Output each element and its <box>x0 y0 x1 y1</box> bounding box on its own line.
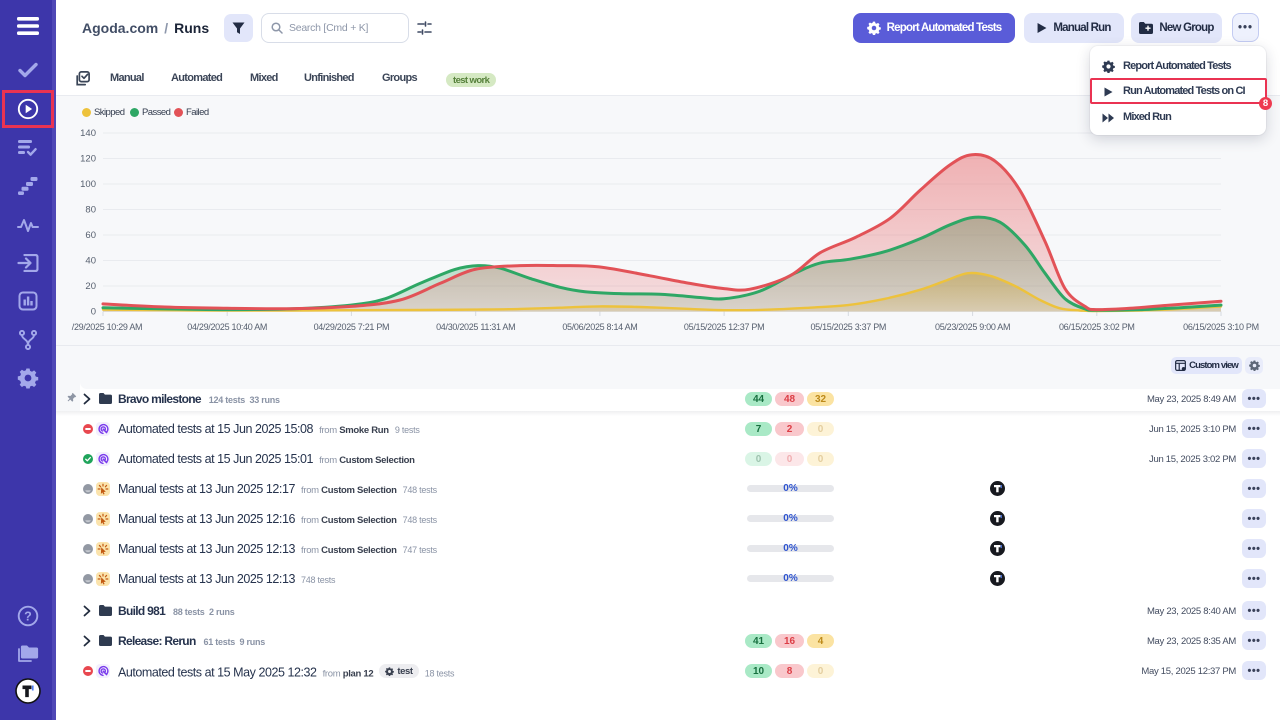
svg-text:120: 120 <box>80 154 96 165</box>
svg-text:05/15/2025 12:37 PM: 05/15/2025 12:37 PM <box>684 322 764 332</box>
svg-text:06/15/2025 3:02 PM: 06/15/2025 3:02 PM <box>1059 322 1135 332</box>
svg-text:?: ? <box>24 610 32 624</box>
svg-text:04/30/2025 11:31 AM: 04/30/2025 11:31 AM <box>436 322 515 332</box>
svg-text:60: 60 <box>85 230 96 241</box>
svg-text:04/29/2025 10:40 AM: 04/29/2025 10:40 AM <box>187 322 267 332</box>
svg-text:04/29/2025 7:21 PM: 04/29/2025 7:21 PM <box>314 322 390 332</box>
svg-text:80: 80 <box>85 205 96 216</box>
svg-text:06/15/2025 3:10 PM: 06/15/2025 3:10 PM <box>1183 322 1259 332</box>
svg-text:100: 100 <box>80 179 96 190</box>
svg-text:40: 40 <box>85 256 96 267</box>
svg-text:20: 20 <box>85 281 96 292</box>
svg-text:140: 140 <box>80 128 96 139</box>
svg-text:0: 0 <box>91 307 96 318</box>
svg-text:/29/2025 10:29 AM: /29/2025 10:29 AM <box>72 322 142 332</box>
svg-text:05/23/2025 9:00 AM: 05/23/2025 9:00 AM <box>935 322 1010 332</box>
svg-text:05/15/2025 3:37 PM: 05/15/2025 3:37 PM <box>810 322 886 332</box>
svg-text:05/06/2025 8:14 AM: 05/06/2025 8:14 AM <box>562 322 637 332</box>
